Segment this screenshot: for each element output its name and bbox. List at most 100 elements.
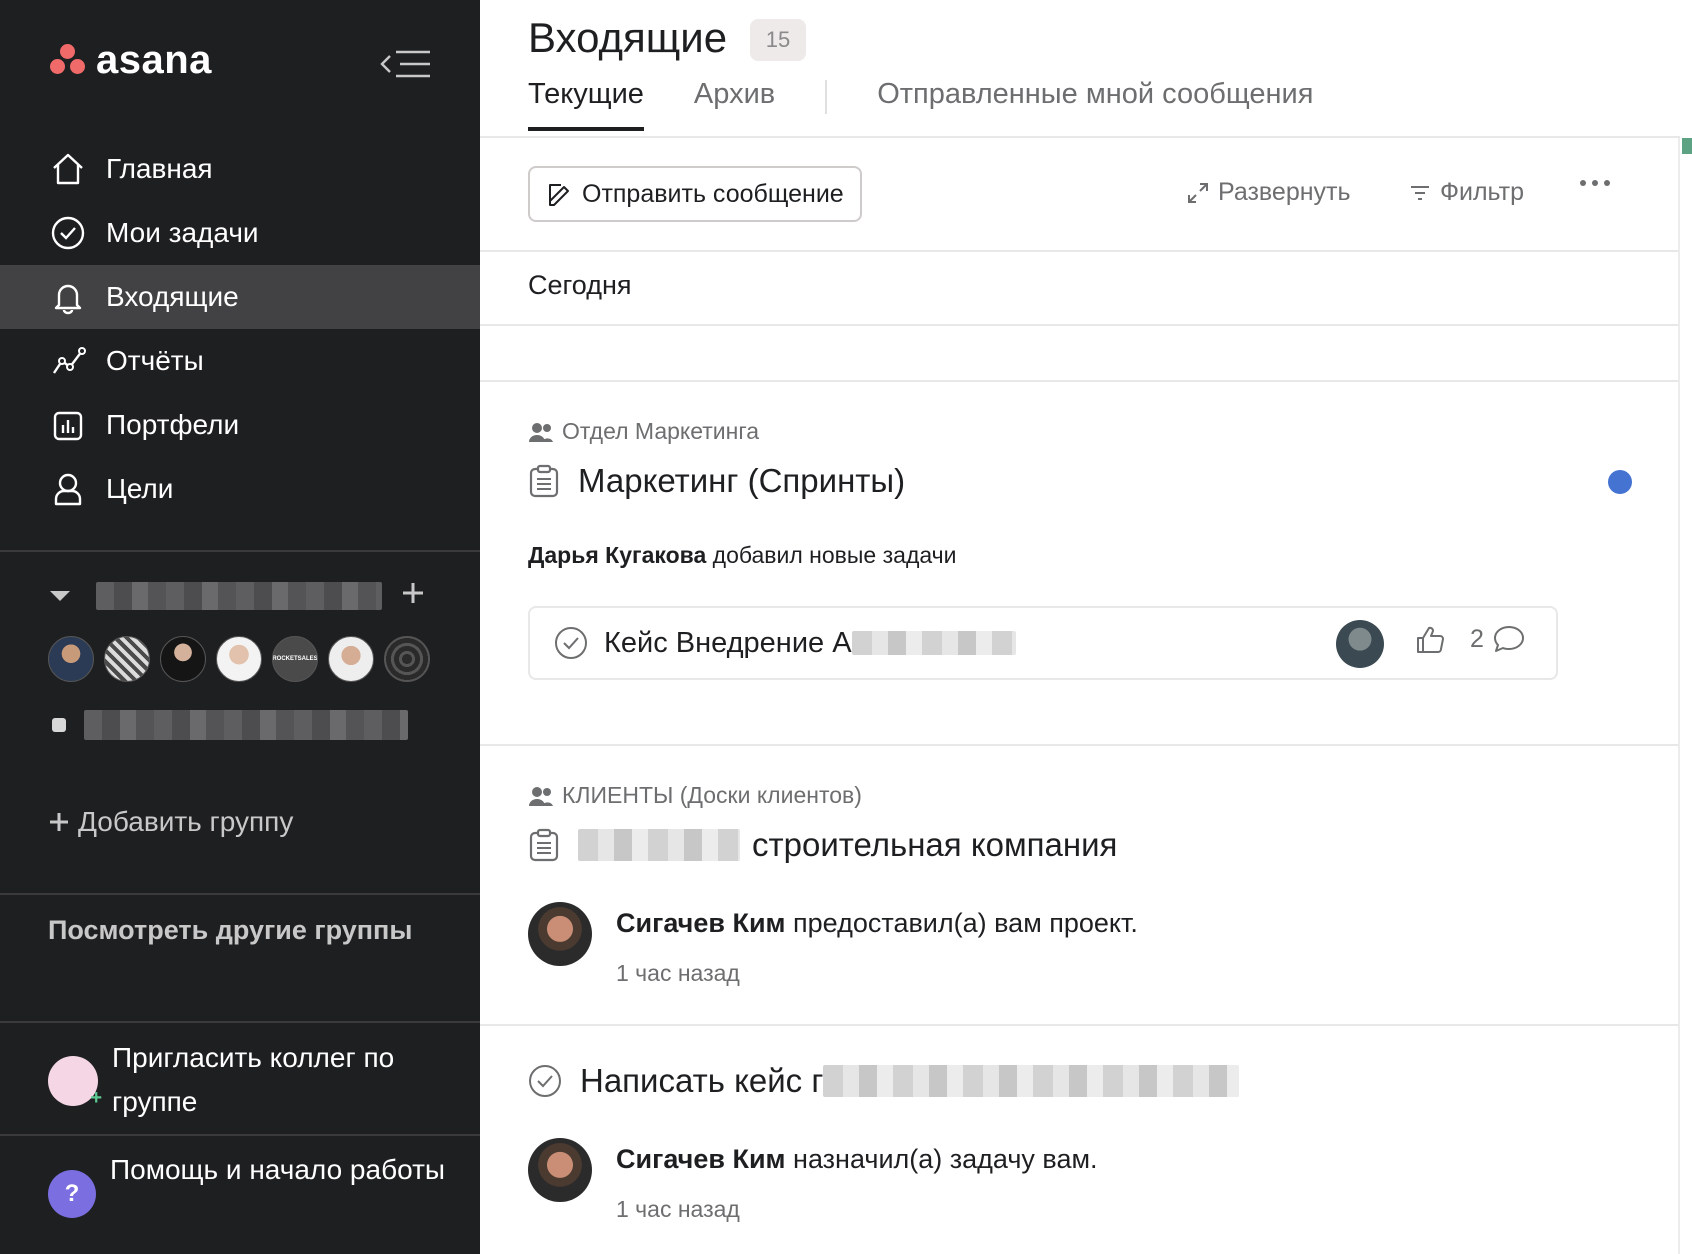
logo-text: asana — [96, 38, 212, 82]
avatar[interactable] — [216, 636, 262, 682]
activity-story: Сигачев Ким назначил(а) задачу вам. — [616, 1144, 1098, 1175]
section-heading-today: Сегодня — [528, 270, 632, 300]
nav-item-home[interactable]: Главная — [0, 137, 480, 201]
action-text: назначил(а) задачу вам. — [793, 1144, 1098, 1174]
comments-button[interactable]: 2 — [1470, 624, 1526, 654]
nav-item-label: Мои задачи — [106, 217, 259, 248]
filter-button[interactable]: Фильтр — [1408, 178, 1524, 207]
nav-item-my-tasks[interactable]: Мои задачи — [0, 201, 480, 265]
check-circle-icon[interactable] — [554, 626, 588, 660]
sidebar-project[interactable] — [52, 710, 408, 740]
expand-button[interactable]: Развернуть — [1186, 178, 1351, 207]
collapse-sidebar-button[interactable] — [378, 44, 436, 84]
avatar[interactable] — [104, 636, 150, 682]
avatar[interactable] — [48, 636, 94, 682]
more-dots-icon — [1592, 180, 1598, 186]
section-divider — [480, 324, 1678, 326]
sidebar: asana Главная Мои задачи Входящие Отчёты… — [0, 0, 480, 1254]
team-name: Отдел Маркетинга — [562, 418, 760, 444]
bell-icon — [48, 277, 88, 317]
sidebar-divider — [0, 550, 480, 552]
invite-teammates-button[interactable]: Пригласить коллег по группе — [48, 1036, 458, 1124]
tab-divider — [825, 80, 828, 114]
edit-icon — [549, 184, 569, 206]
check-circle-icon[interactable] — [528, 1064, 562, 1098]
toolbar-divider — [480, 250, 1678, 252]
add-group-label: Добавить группу — [78, 806, 294, 837]
activity-story: Сигачев Ким предоставил(а) вам проект. — [616, 908, 1138, 939]
inbox-tabs: Текущие Архив Отправленные мной сообщени… — [528, 78, 1363, 136]
goals-icon — [48, 469, 88, 509]
more-dots-icon — [1604, 180, 1610, 186]
thumbs-up-icon — [1417, 626, 1444, 653]
avatar[interactable] — [528, 1138, 592, 1202]
home-icon — [48, 149, 88, 189]
feed-divider — [480, 1024, 1678, 1026]
comment-icon — [1493, 626, 1524, 652]
avatar[interactable] — [384, 636, 430, 682]
sidebar-divider — [0, 893, 480, 895]
team-icon — [529, 422, 553, 442]
asana-logo[interactable]: asana — [50, 40, 212, 80]
project-name-redacted — [84, 710, 408, 740]
scrollbar-marker — [1682, 138, 1692, 154]
help-question-icon: ? — [48, 1170, 96, 1218]
scrollbar-track[interactable] — [1678, 138, 1680, 1254]
tab-sent-messages[interactable]: Отправленные мной сообщения — [877, 78, 1313, 127]
collapse-menu-icon — [380, 50, 430, 78]
avatar[interactable] — [160, 636, 206, 682]
chevron-down-icon[interactable] — [50, 591, 70, 601]
unread-indicator[interactable] — [1608, 470, 1632, 494]
feed-divider — [480, 744, 1678, 746]
task-name: Кейс Внедрение A — [604, 627, 1016, 660]
nav-item-reports[interactable]: Отчёты — [0, 329, 480, 393]
avatar[interactable] — [328, 636, 374, 682]
send-message-label: Отправить сообщение — [582, 179, 844, 208]
nav-item-goals[interactable]: Цели — [0, 457, 480, 521]
tab-archive[interactable]: Архив — [694, 78, 775, 127]
project-color-icon — [52, 718, 66, 732]
reports-icon — [48, 341, 88, 381]
project-name: Маркетинг (Спринты) — [578, 462, 906, 499]
nav-item-portfolios[interactable]: Портфели — [0, 393, 480, 457]
like-button[interactable] — [1414, 624, 1446, 661]
clipboard-icon — [529, 464, 559, 498]
project-title[interactable]: Маркетинг (Спринты) — [528, 462, 905, 500]
filter-icon — [1411, 185, 1429, 200]
nav-item-label: Главная — [106, 153, 213, 184]
send-message-button[interactable]: Отправить сообщение — [528, 166, 862, 222]
portfolio-icon — [48, 405, 88, 445]
browse-other-groups-link[interactable]: Посмотреть другие группы — [48, 908, 428, 952]
add-group-button[interactable]: Добавить группу — [48, 806, 293, 838]
task-card[interactable]: Кейс Внедрение A 2 — [528, 606, 1558, 680]
avatar[interactable] — [528, 902, 592, 966]
project-name: строительная компания — [752, 826, 1118, 863]
expand-icon — [1188, 182, 1208, 203]
assignee-avatar[interactable] — [1336, 620, 1384, 668]
asana-logo-icon — [50, 44, 86, 76]
invite-label: Пригласить коллег по группе — [112, 1042, 395, 1117]
comment-count: 2 — [1470, 624, 1484, 653]
project-title[interactable]: строительная компания — [528, 826, 1117, 864]
expand-label: Развернуть — [1218, 178, 1351, 206]
check-circle-icon — [48, 213, 88, 253]
invite-people-icon — [48, 1056, 102, 1110]
tab-current[interactable]: Текущие — [528, 78, 644, 131]
activity-story: Дарья Кугакова добавил новые задачи — [528, 542, 956, 569]
section-divider — [480, 380, 1678, 382]
nav-item-label: Портфели — [106, 409, 240, 440]
team-icon — [529, 786, 553, 806]
team-label[interactable]: Отдел Маркетинга — [528, 418, 759, 445]
add-member-button[interactable] — [400, 580, 426, 606]
nav-item-label: Входящие — [106, 281, 239, 312]
team-header[interactable] — [50, 580, 440, 612]
main-nav: Главная Мои задачи Входящие Отчёты Портф… — [0, 137, 480, 521]
team-label[interactable]: КЛИЕНТЫ (Доски клиентов) — [528, 782, 862, 809]
avatar[interactable]: ROCKETSALES — [272, 636, 318, 682]
task-title[interactable]: Написать кейс г — [528, 1062, 1240, 1100]
more-actions-button[interactable] — [1580, 180, 1610, 186]
team-name-redacted — [96, 582, 382, 610]
plus-icon — [50, 813, 68, 831]
nav-item-inbox[interactable]: Входящие — [0, 265, 480, 329]
help-button[interactable]: ? Помощь и начало работы — [48, 1148, 458, 1218]
